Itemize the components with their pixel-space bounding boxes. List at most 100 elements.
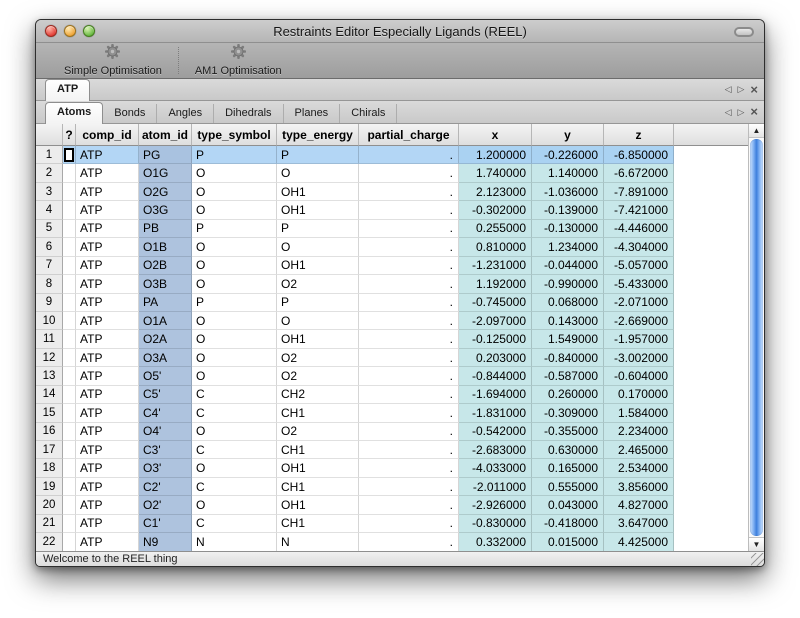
type-energy-cell[interactable]: OH1	[277, 330, 359, 348]
flag-cell[interactable]	[63, 183, 76, 201]
table-row[interactable]: 4ATPO3GOOH1.-0.302000-0.139000-7.421000	[36, 201, 748, 219]
tab-section-dihedrals[interactable]: Dihedrals	[214, 104, 283, 123]
atom-id-cell[interactable]: PB	[139, 220, 192, 238]
flag-cell[interactable]	[63, 441, 76, 459]
type-symbol-cell[interactable]: P	[192, 294, 277, 312]
partial-charge-cell[interactable]: .	[359, 533, 459, 551]
atom-id-cell[interactable]: O3'	[139, 459, 192, 477]
z-coordinate-cell[interactable]: 3.647000	[604, 515, 674, 533]
flag-cell[interactable]	[63, 349, 76, 367]
y-coordinate-cell[interactable]: -1.036000	[532, 183, 604, 201]
comp-id-cell[interactable]: ATP	[76, 312, 139, 330]
type-symbol-cell[interactable]: C	[192, 515, 277, 533]
type-symbol-cell[interactable]: O	[192, 367, 277, 385]
atom-id-cell[interactable]: O2B	[139, 257, 192, 275]
comp-id-cell[interactable]: ATP	[76, 349, 139, 367]
flag-cell[interactable]	[63, 146, 76, 164]
type-energy-cell[interactable]: CH1	[277, 478, 359, 496]
x-coordinate-cell[interactable]: 1.192000	[459, 275, 532, 293]
y-coordinate-cell[interactable]: -0.418000	[532, 515, 604, 533]
y-coordinate-cell[interactable]: -0.309000	[532, 404, 604, 422]
table-row[interactable]: 22ATPN9NN.0.3320000.0150004.425000	[36, 533, 748, 551]
comp-id-cell[interactable]: ATP	[76, 330, 139, 348]
toolbar-toggle-button[interactable]	[734, 27, 754, 37]
column-header-partial_charge[interactable]: partial_charge	[359, 124, 459, 146]
type-symbol-cell[interactable]: O	[192, 496, 277, 514]
type-symbol-cell[interactable]: O	[192, 423, 277, 441]
x-coordinate-cell[interactable]: -1.694000	[459, 386, 532, 404]
type-symbol-cell[interactable]: O	[192, 459, 277, 477]
flag-cell[interactable]	[63, 238, 76, 256]
table-row[interactable]: 8ATPO3BOO2.1.192000-0.990000-5.433000	[36, 275, 748, 293]
partial-charge-cell[interactable]: .	[359, 238, 459, 256]
table-row[interactable]: 17ATPC3'CCH1.-2.6830000.6300002.465000	[36, 441, 748, 459]
zoom-window-button[interactable]	[83, 25, 95, 37]
atom-id-cell[interactable]: O1B	[139, 238, 192, 256]
type-energy-cell[interactable]: OH1	[277, 201, 359, 219]
atom-id-cell[interactable]: O3A	[139, 349, 192, 367]
comp-id-cell[interactable]: ATP	[76, 386, 139, 404]
column-header-comp_id[interactable]: comp_id	[76, 124, 139, 146]
atom-id-cell[interactable]: O2G	[139, 183, 192, 201]
tab-close-icon[interactable]: ×	[750, 85, 758, 95]
z-coordinate-cell[interactable]: -6.850000	[604, 146, 674, 164]
x-coordinate-cell[interactable]: 1.740000	[459, 164, 532, 182]
type-energy-cell[interactable]: OH1	[277, 183, 359, 201]
minimize-window-button[interactable]	[64, 25, 76, 37]
type-energy-cell[interactable]: CH2	[277, 386, 359, 404]
z-coordinate-cell[interactable]: -7.421000	[604, 201, 674, 219]
title-bar[interactable]: Restraints Editor Especially Ligands (RE…	[36, 20, 764, 43]
tab-section-planes[interactable]: Planes	[284, 104, 341, 123]
z-coordinate-cell[interactable]: 2.465000	[604, 441, 674, 459]
comp-id-cell[interactable]: ATP	[76, 164, 139, 182]
x-coordinate-cell[interactable]: 0.203000	[459, 349, 532, 367]
table-row[interactable]: 1ATPPGPP.1.200000-0.226000-6.850000	[36, 146, 748, 164]
y-coordinate-cell[interactable]: 0.555000	[532, 478, 604, 496]
type-energy-cell[interactable]: O	[277, 238, 359, 256]
type-energy-cell[interactable]: P	[277, 220, 359, 238]
flag-cell[interactable]	[63, 294, 76, 312]
y-coordinate-cell[interactable]: 1.234000	[532, 238, 604, 256]
atom-id-cell[interactable]: PA	[139, 294, 192, 312]
table-row[interactable]: 2ATPO1GOO.1.7400001.140000-6.672000	[36, 164, 748, 182]
atom-id-cell[interactable]: O3B	[139, 275, 192, 293]
type-symbol-cell[interactable]: P	[192, 220, 277, 238]
tab-scroll-right-icon[interactable]: ▷	[737, 84, 744, 95]
type-energy-cell[interactable]: O2	[277, 367, 359, 385]
table-row[interactable]: 9ATPPAPP.-0.7450000.068000-2.071000	[36, 294, 748, 312]
comp-id-cell[interactable]: ATP	[76, 441, 139, 459]
type-energy-cell[interactable]: CH1	[277, 441, 359, 459]
comp-id-cell[interactable]: ATP	[76, 220, 139, 238]
type-symbol-cell[interactable]: C	[192, 404, 277, 422]
table-row[interactable]: 7ATPO2BOOH1.-1.231000-0.044000-5.057000	[36, 257, 748, 275]
z-coordinate-cell[interactable]: 4.827000	[604, 496, 674, 514]
flag-cell[interactable]	[63, 330, 76, 348]
atom-id-cell[interactable]: O5'	[139, 367, 192, 385]
comp-id-cell[interactable]: ATP	[76, 533, 139, 551]
z-coordinate-cell[interactable]: -4.446000	[604, 220, 674, 238]
column-header-atom_id[interactable]: atom_id	[139, 124, 192, 146]
atom-id-cell[interactable]: PG	[139, 146, 192, 164]
z-coordinate-cell[interactable]: -5.433000	[604, 275, 674, 293]
flag-cell[interactable]	[63, 257, 76, 275]
type-symbol-cell[interactable]: P	[192, 146, 277, 164]
type-energy-cell[interactable]: O2	[277, 275, 359, 293]
atom-id-cell[interactable]: O4'	[139, 423, 192, 441]
z-coordinate-cell[interactable]: 4.425000	[604, 533, 674, 551]
table-row[interactable]: 13ATPO5'OO2.-0.844000-0.587000-0.604000	[36, 367, 748, 385]
flag-cell[interactable]	[63, 220, 76, 238]
x-coordinate-cell[interactable]: 0.810000	[459, 238, 532, 256]
table-row[interactable]: 16ATPO4'OO2.-0.542000-0.3550002.234000	[36, 423, 748, 441]
x-coordinate-cell[interactable]: -1.231000	[459, 257, 532, 275]
z-coordinate-cell[interactable]: 1.584000	[604, 404, 674, 422]
type-symbol-cell[interactable]: O	[192, 330, 277, 348]
type-energy-cell[interactable]: OH1	[277, 459, 359, 477]
partial-charge-cell[interactable]: .	[359, 164, 459, 182]
type-symbol-cell[interactable]: O	[192, 164, 277, 182]
flag-cell[interactable]	[63, 478, 76, 496]
flag-cell[interactable]	[63, 386, 76, 404]
scroll-up-icon[interactable]: ▲	[749, 124, 764, 138]
type-symbol-cell[interactable]: O	[192, 312, 277, 330]
table-row[interactable]: 5ATPPBPP.0.255000-0.130000-4.446000	[36, 220, 748, 238]
table-row[interactable]: 18ATPO3'OOH1.-4.0330000.1650002.534000	[36, 459, 748, 477]
